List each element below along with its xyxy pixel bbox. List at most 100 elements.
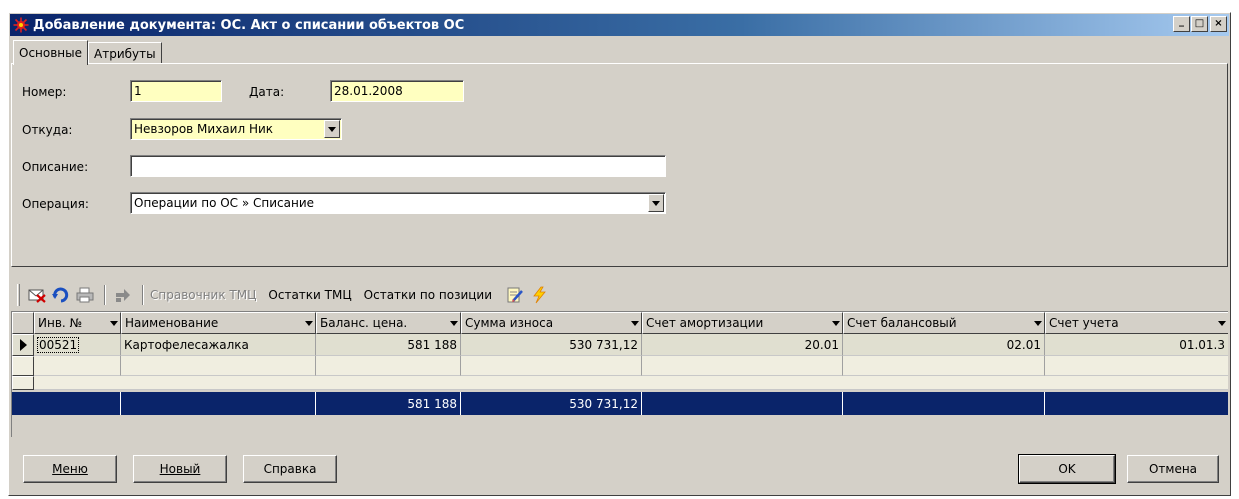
maximize-icon: □ xyxy=(1194,18,1205,29)
column-balance-account[interactable]: Счет балансовый xyxy=(843,312,1045,334)
app-icon xyxy=(13,17,29,33)
minimize-button[interactable]: _ xyxy=(1173,16,1190,32)
total-inv-number xyxy=(34,392,121,415)
empty-cell[interactable] xyxy=(121,356,316,376)
refresh-icon[interactable] xyxy=(50,284,72,306)
cancel-button[interactable]: Отмена xyxy=(1127,455,1219,483)
chevron-down-icon xyxy=(631,320,639,326)
balances-tmc-button[interactable]: Остатки ТМЦ xyxy=(268,288,351,302)
ok-button[interactable]: OK xyxy=(1018,454,1116,484)
cell-depreciation-sum[interactable]: 530 731,12 xyxy=(461,334,642,356)
empty-cell[interactable] xyxy=(843,356,1045,376)
close-button[interactable]: × xyxy=(1210,16,1227,32)
description-label: Описание: xyxy=(22,160,89,174)
column-label: Баланс. цена. xyxy=(320,316,408,330)
minimize-icon: _ xyxy=(1179,16,1184,27)
column-name[interactable]: Наименование xyxy=(121,312,316,334)
total-depreciation-sum: 530 731,12 xyxy=(461,392,642,415)
new-button[interactable]: Новый xyxy=(133,455,227,483)
balances-by-position-button[interactable]: Остатки по позиции xyxy=(364,288,492,302)
print-icon[interactable] xyxy=(74,284,96,306)
cell-name[interactable]: Картофелесажалка xyxy=(121,334,316,356)
column-accounting-account[interactable]: Счет учета xyxy=(1045,312,1228,334)
maximize-button[interactable]: □ xyxy=(1191,16,1208,32)
move-icon[interactable] xyxy=(112,284,134,306)
date-field[interactable]: 28.01.2008 xyxy=(330,80,464,102)
row-indicator[interactable] xyxy=(12,376,34,390)
column-inv-number[interactable]: Инв. № xyxy=(34,312,121,334)
from-combobox[interactable]: Невзоров Михаил Ник xyxy=(130,118,342,140)
from-label: Откуда: xyxy=(22,123,73,137)
cell-balance-price[interactable]: 581 188 xyxy=(316,334,461,356)
tab-strip: Основные Атрибуты xyxy=(13,40,162,65)
operation-combobox[interactable]: Операции по ОС » Списание xyxy=(130,192,666,214)
menu-button[interactable]: Меню xyxy=(23,455,117,483)
current-row-icon xyxy=(19,339,27,351)
row-indicator[interactable] xyxy=(12,334,34,356)
column-balance-price[interactable]: Баланс. цена. xyxy=(316,312,461,334)
total-accounting-account xyxy=(1045,392,1228,415)
empty-cell[interactable] xyxy=(642,356,843,376)
help-button-label: Справка xyxy=(263,462,317,476)
header-corner xyxy=(12,312,34,334)
column-depreciation-account[interactable]: Счет амортизации xyxy=(642,312,843,334)
tab-attributes-label: Атрибуты xyxy=(94,46,156,61)
total-name xyxy=(121,392,316,415)
chevron-down-icon xyxy=(1218,320,1226,326)
total-balance-price: 581 188 xyxy=(316,392,461,415)
column-label: Наименование xyxy=(125,316,219,330)
grid-toolbar: Справочник ТМЦ Остатки ТМЦ Остатки по по… xyxy=(11,280,1228,310)
empty-row[interactable] xyxy=(12,376,1228,390)
tab-main[interactable]: Основные xyxy=(13,40,89,65)
grid-header: Инв. № Наименование Баланс. цена. Сумма … xyxy=(12,312,1228,334)
ok-button-label: OK xyxy=(1058,462,1076,476)
document-window: Добавление документа: ОС. Акт о списании… xyxy=(8,12,1231,496)
row-indicator[interactable] xyxy=(12,356,34,376)
tab-main-label: Основные xyxy=(19,46,83,60)
totals-indicator xyxy=(12,392,34,415)
empty-row[interactable] xyxy=(12,356,1228,376)
column-label: Счет амортизации xyxy=(646,316,764,330)
empty-cell[interactable] xyxy=(34,356,121,376)
from-dropdown-button[interactable] xyxy=(324,120,340,138)
column-label: Счет учета xyxy=(1049,316,1119,330)
cell-inv-number[interactable]: 00521 xyxy=(34,334,121,356)
cancel-button-label: Отмена xyxy=(1148,462,1198,476)
menu-button-label: Меню xyxy=(52,462,88,476)
chevron-down-icon xyxy=(832,320,840,326)
tab-attributes[interactable]: Атрибуты xyxy=(88,42,162,64)
empty-cell xyxy=(34,376,1228,390)
column-depreciation-sum[interactable]: Сумма износа xyxy=(461,312,642,334)
close-icon: × xyxy=(1214,18,1223,29)
column-label: Инв. № xyxy=(38,316,83,330)
totals-row: 581 188 530 731,12 xyxy=(12,392,1228,415)
toolbar-separator xyxy=(104,285,106,305)
chevron-down-icon xyxy=(328,126,336,132)
number-label: Номер: xyxy=(22,85,67,99)
cell-depreciation-account[interactable]: 20.01 xyxy=(642,334,843,356)
delete-document-icon[interactable] xyxy=(26,284,48,306)
cell-balance-account[interactable]: 02.01 xyxy=(843,334,1045,356)
help-button[interactable]: Справка xyxy=(243,455,337,483)
chevron-down-icon xyxy=(305,320,313,326)
lightning-icon[interactable] xyxy=(528,284,550,306)
toolbar-separator xyxy=(142,285,144,305)
column-label: Сумма износа xyxy=(465,316,554,330)
table-row[interactable]: 00521 Картофелесажалка 581 188 530 731,1… xyxy=(12,334,1228,356)
empty-cell[interactable] xyxy=(316,356,461,376)
cell-accounting-account[interactable]: 01.01.3 xyxy=(1045,334,1228,356)
toolbar-grip[interactable] xyxy=(17,284,20,306)
chevron-down-icon xyxy=(652,200,660,206)
cell-value: 00521 xyxy=(37,336,80,353)
operation-dropdown-button[interactable] xyxy=(648,194,664,212)
catalog-tmc-button[interactable]: Справочник ТМЦ xyxy=(150,288,256,302)
operation-label: Операция: xyxy=(22,197,89,211)
number-field[interactable]: 1 xyxy=(130,80,222,102)
date-label: Дата: xyxy=(249,85,285,99)
title-bar[interactable]: Добавление документа: ОС. Акт о списании… xyxy=(10,14,1229,36)
edit-document-icon[interactable] xyxy=(504,284,526,306)
chevron-down-icon xyxy=(110,320,118,326)
description-field[interactable] xyxy=(130,155,666,177)
empty-cell[interactable] xyxy=(461,356,642,376)
empty-cell[interactable] xyxy=(1045,356,1228,376)
